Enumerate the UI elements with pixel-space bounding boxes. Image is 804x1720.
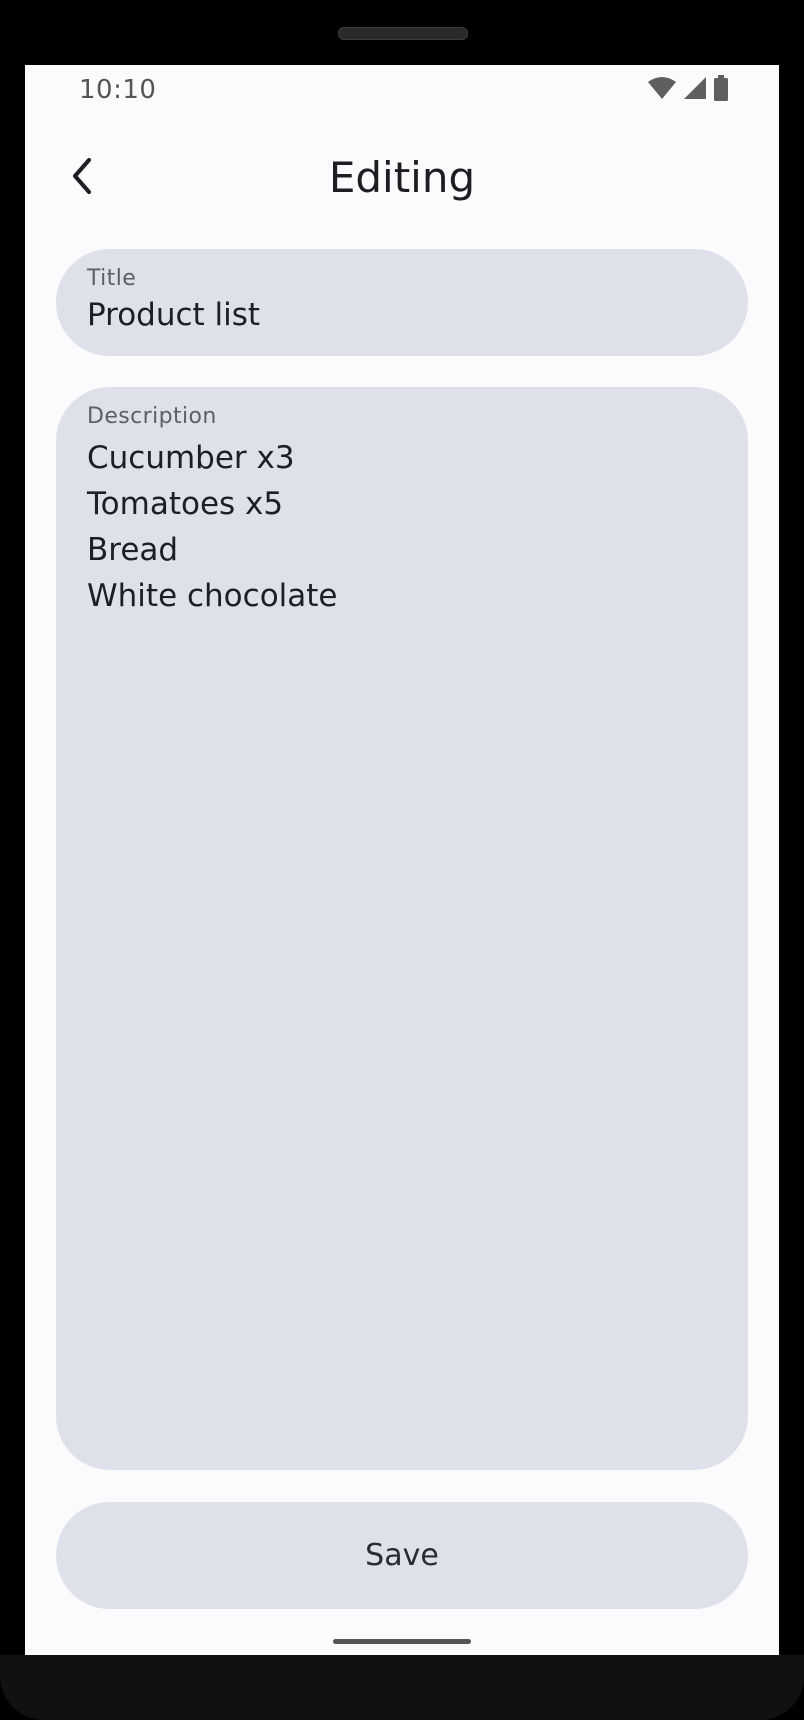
battery-icon	[713, 75, 729, 105]
description-field-label: Description	[87, 404, 217, 429]
cellular-signal-icon	[683, 76, 707, 104]
description-field[interactable]: Description Cucumber x3 Tomatoes x5 Brea…	[56, 387, 748, 1470]
bottom-bezel	[0, 1655, 804, 1720]
phone-frame: 10:10 Editing Title Product list Descrip…	[0, 0, 804, 1720]
top-app-bar: Editing	[25, 137, 779, 217]
title-field-label: Title	[87, 266, 137, 291]
save-button[interactable]: Save	[56, 1502, 748, 1609]
status-icons	[647, 75, 729, 105]
description-line: Bread	[87, 532, 179, 568]
status-time: 10:10	[79, 75, 157, 105]
page-title: Editing	[328, 153, 476, 202]
app-screen: 10:10 Editing Title Product list Descrip…	[25, 65, 779, 1655]
home-indicator[interactable]	[333, 1639, 471, 1644]
status-bar: 10:10	[25, 65, 779, 115]
description-line: Cucumber x3	[87, 440, 295, 476]
title-field-value[interactable]: Product list	[87, 297, 260, 333]
title-field[interactable]: Title Product list	[56, 249, 748, 356]
wifi-icon	[647, 76, 677, 104]
description-line: Tomatoes x5	[87, 486, 284, 522]
description-line: White chocolate	[87, 578, 338, 614]
earpiece-speaker	[338, 27, 468, 40]
description-field-value[interactable]: Cucumber x3 Tomatoes x5 Bread White choc…	[87, 435, 338, 619]
